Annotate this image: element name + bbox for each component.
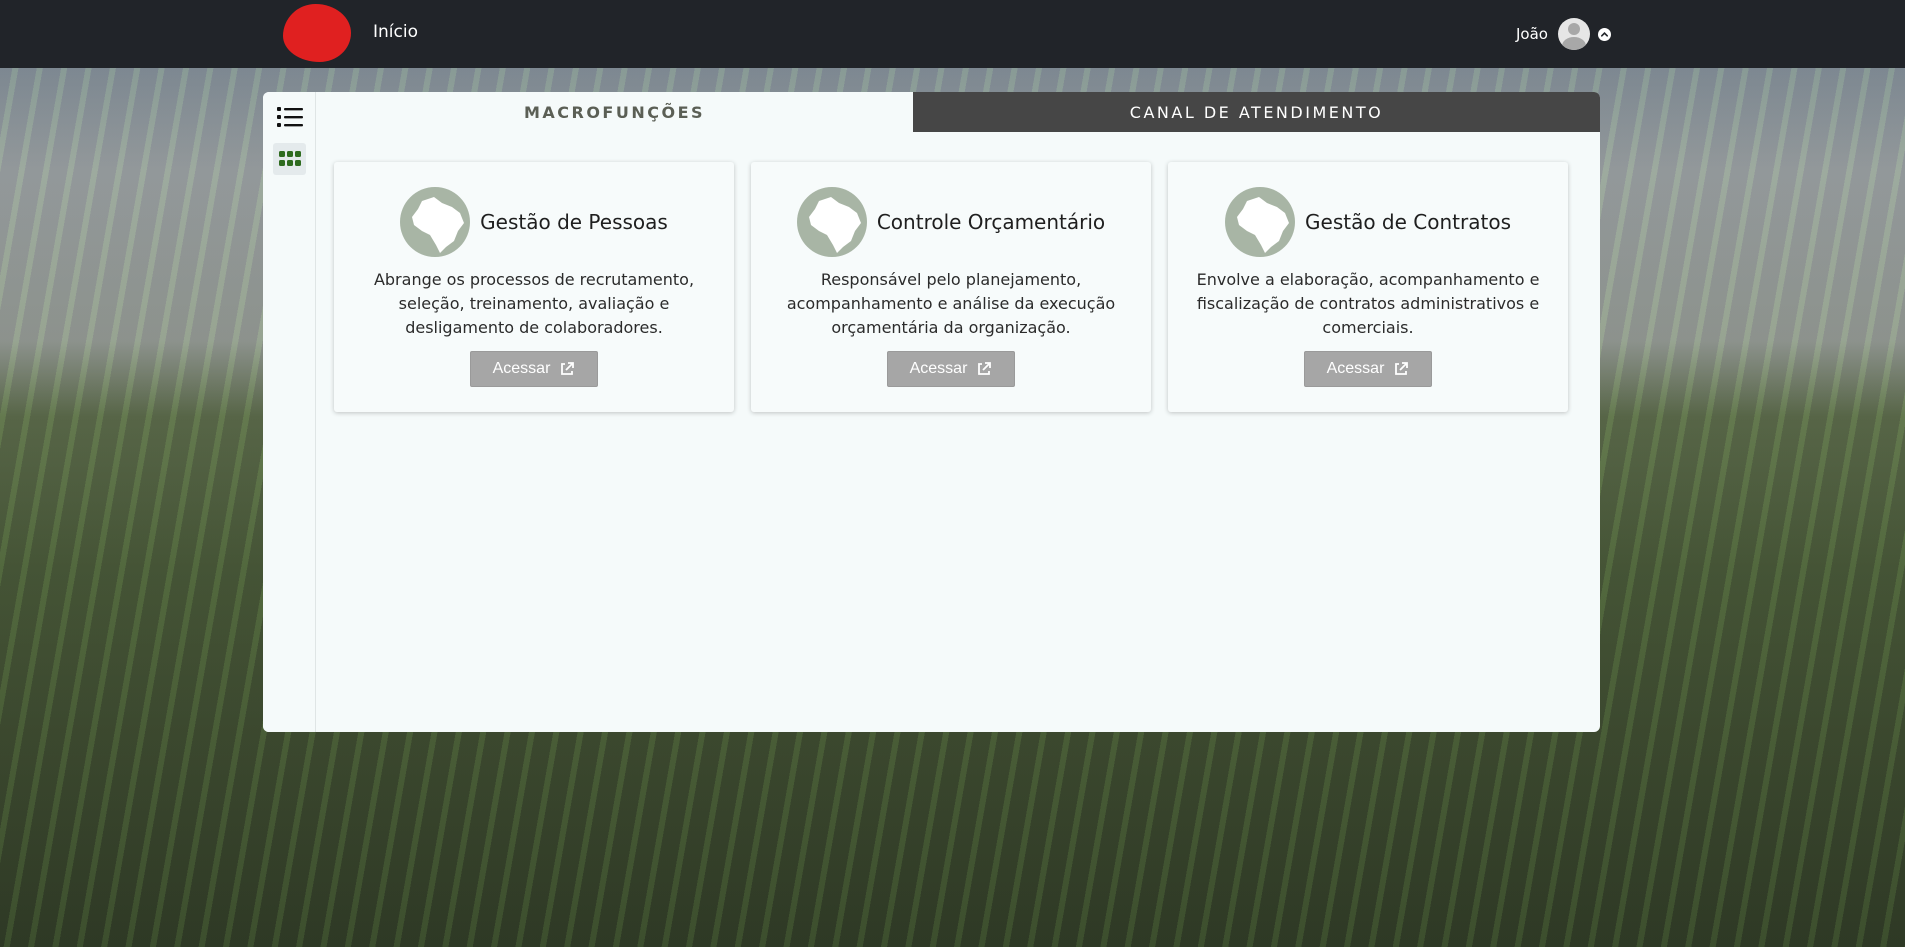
tab-macrofuncoes[interactable]: MACROFUNÇÕES — [316, 92, 913, 132]
tab-bar: MACROFUNÇÕES CANAL DE ATENDIMENTO — [316, 92, 1600, 132]
tab-canal-de-atendimento[interactable]: CANAL DE ATENDIMENTO — [913, 92, 1600, 132]
list-view-button[interactable] — [273, 101, 306, 133]
grid-icon — [278, 151, 301, 166]
access-button[interactable]: Acessar — [470, 351, 598, 387]
card-gestao-de-contratos: Gestão de Contratos Envolve a elaboração… — [1168, 162, 1568, 412]
chevron-up-icon[interactable] — [1597, 27, 1611, 41]
card-title: Gestão de Contratos — [1305, 210, 1511, 234]
main-panel: MACROFUNÇÕES CANAL DE ATENDIMENTO Gestão… — [263, 92, 1600, 732]
external-link-icon — [559, 361, 575, 377]
top-navbar: Início João — [0, 0, 1905, 68]
brazil-map-icon — [400, 187, 471, 257]
access-button-label: Acessar — [1326, 360, 1385, 377]
list-icon — [276, 107, 303, 127]
avatar[interactable] — [1557, 18, 1590, 50]
brazil-map-icon — [1225, 187, 1296, 257]
view-toggle-rail — [263, 92, 316, 732]
nav-home-link[interactable]: Início — [373, 22, 418, 42]
card-description: Responsável pelo planejamento, acompanha… — [786, 270, 1116, 337]
user-name: João — [1516, 25, 1548, 43]
card-gestao-de-pessoas: Gestão de Pessoas Abrange os processos d… — [334, 162, 734, 412]
card-title: Gestão de Pessoas — [480, 210, 668, 234]
card-controle-orcamentario: Controle Orçamentário Responsável pelo p… — [751, 162, 1151, 412]
card-description: Envolve a elaboração, acompanhamento e f… — [1196, 270, 1540, 337]
access-button-label: Acessar — [492, 360, 551, 377]
external-link-icon — [1393, 361, 1409, 377]
brand-logo[interactable] — [283, 4, 351, 62]
brazil-map-icon — [796, 187, 867, 257]
access-button[interactable]: Acessar — [887, 351, 1015, 387]
external-link-icon — [976, 361, 992, 377]
grid-view-button[interactable] — [273, 143, 306, 175]
user-menu[interactable]: João — [1516, 17, 1611, 51]
access-button[interactable]: Acessar — [1304, 351, 1432, 387]
access-button-label: Acessar — [909, 360, 968, 377]
card-title: Controle Orçamentário — [876, 210, 1106, 234]
card-description: Abrange os processos de recrutamento, se… — [373, 270, 695, 337]
